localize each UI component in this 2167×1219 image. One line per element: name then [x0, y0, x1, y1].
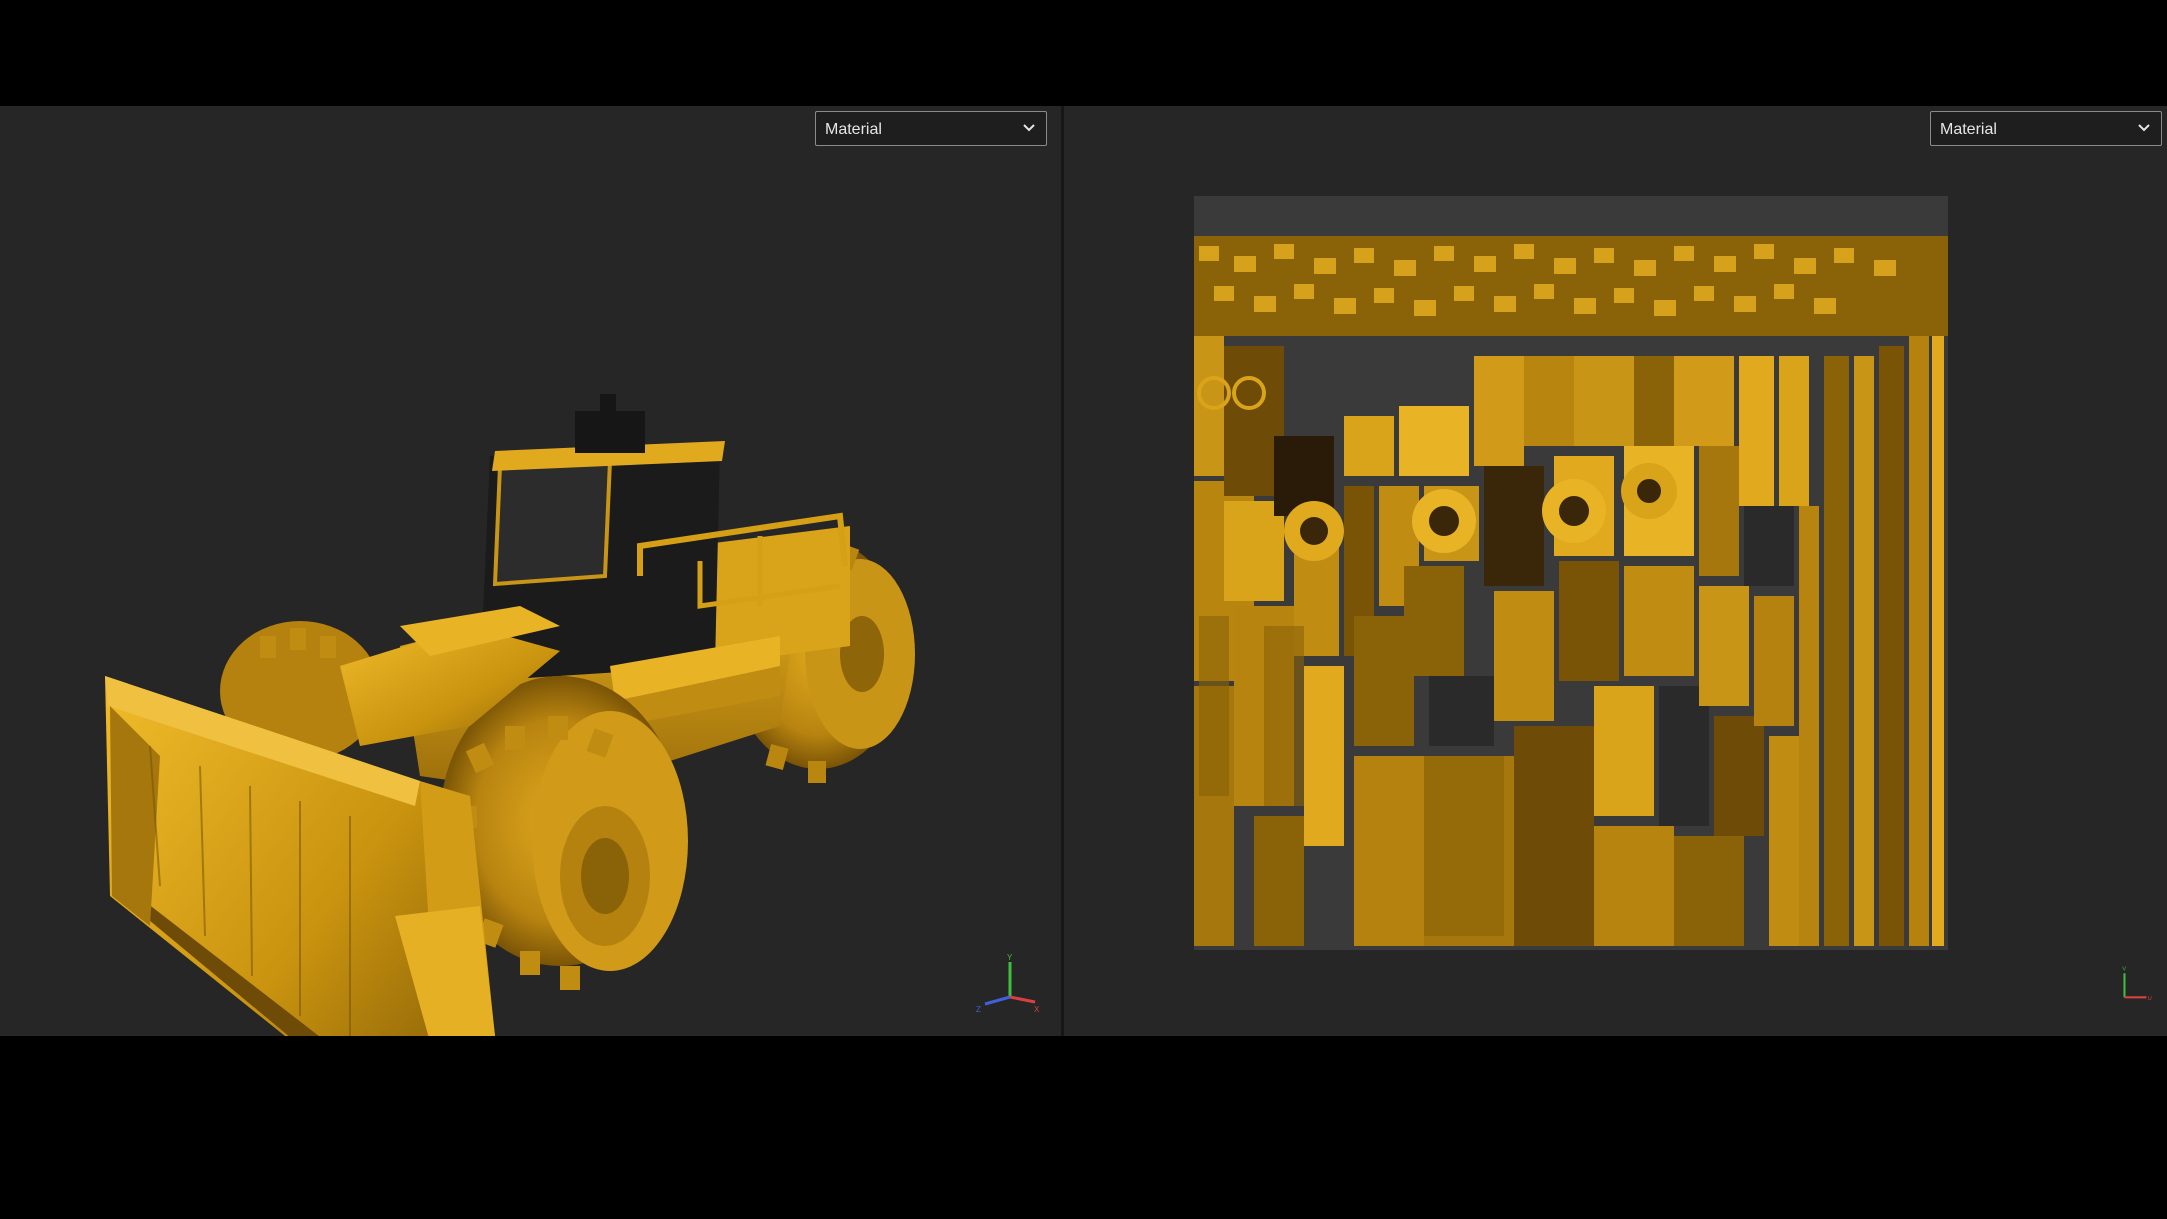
compactor-3d-model[interactable] [0, 106, 1061, 1036]
chevron-down-icon [2138, 124, 2150, 132]
shading-mode-label: Material [1940, 121, 1997, 138]
shading-mode-dropdown-left[interactable]: Material [815, 111, 1047, 146]
shading-mode-label: Material [825, 121, 882, 138]
axis-gizmo-icon: Y X Z [976, 953, 1040, 1014]
uv-texture-sheet[interactable] [1194, 196, 1948, 950]
app-window: Material Y X Z Material V U [0, 0, 2167, 1219]
axis-v-label: V [2122, 967, 2126, 973]
axis-u-label: U [2148, 996, 2152, 1002]
viewport-uv[interactable]: Material V U [1064, 106, 2167, 1036]
shading-mode-dropdown-right[interactable]: Material [1930, 111, 2162, 146]
chevron-down-icon [1023, 124, 1035, 132]
viewport-area: Material Y X Z Material V U [0, 106, 2167, 1036]
axis-x-label: X [1034, 1005, 1040, 1014]
axis-y-label: Y [1007, 953, 1013, 962]
viewport-3d[interactable]: Material Y X Z [0, 106, 1061, 1036]
uv-axis-gizmo-icon: V U [2122, 967, 2152, 1002]
axis-z-label: Z [976, 1005, 981, 1014]
